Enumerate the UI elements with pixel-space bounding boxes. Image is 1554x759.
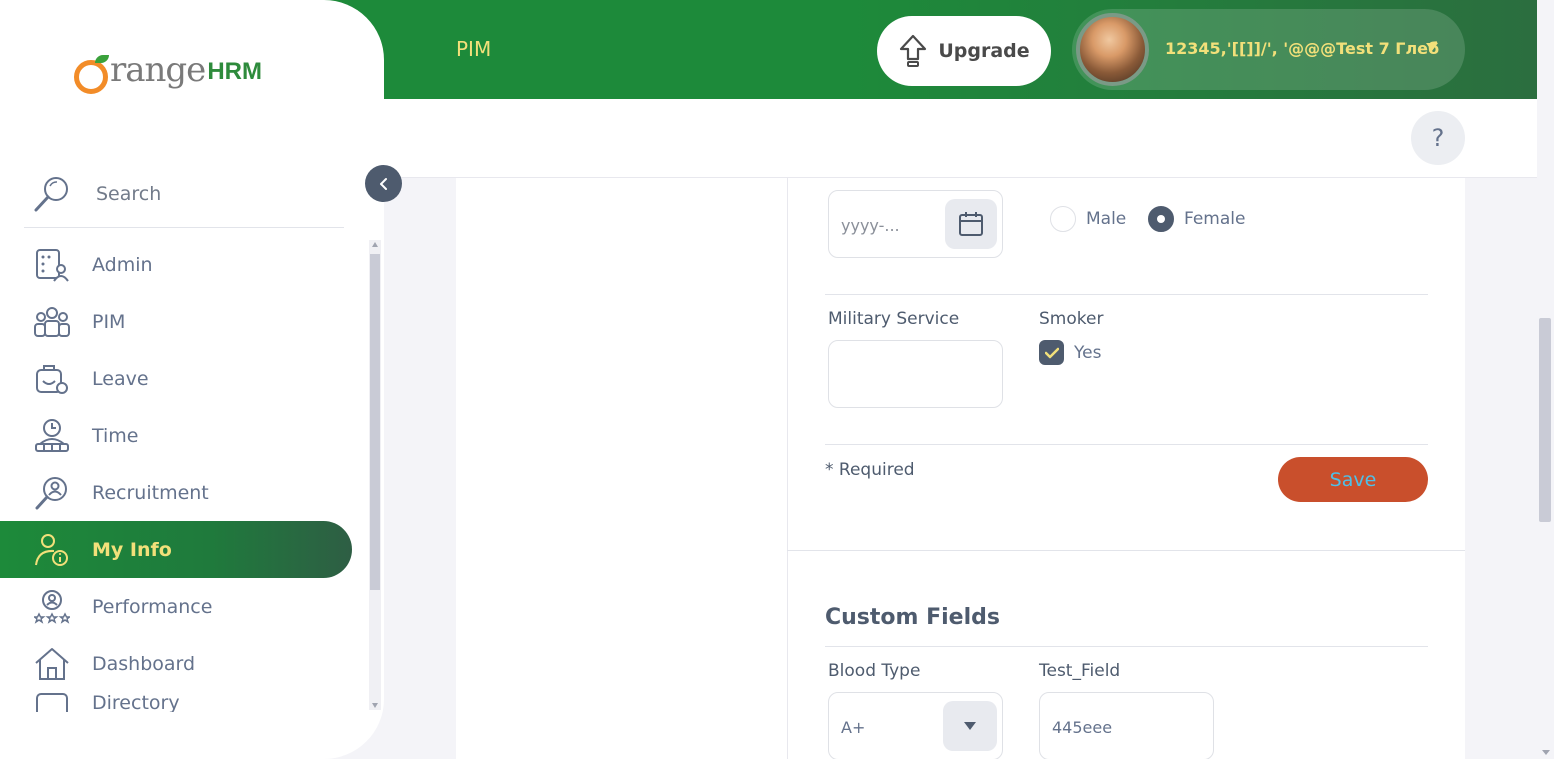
sidebar-item-leave[interactable]: Leave <box>0 350 352 407</box>
smoker-label: Smoker <box>1039 309 1104 329</box>
help-button[interactable]: ? <box>1411 111 1465 165</box>
smoker-yes-label: Yes <box>1074 342 1102 363</box>
sidebar-item-time[interactable]: Time <box>0 407 352 464</box>
pim-icon <box>34 306 70 337</box>
my-info-icon <box>35 533 68 566</box>
gender-male-radio[interactable]: Male <box>1050 206 1126 232</box>
test-field-input[interactable]: 445eee <box>1039 692 1214 759</box>
section-divider <box>787 550 1465 551</box>
sidebar-item-dashboard[interactable]: Dashboard <box>0 635 352 692</box>
sidebar-item-pim[interactable]: PIM <box>0 293 352 350</box>
required-note: * Required <box>825 460 915 480</box>
admin-icon <box>36 248 69 282</box>
logo-orange-icon <box>74 55 109 94</box>
orangehrm-logo: range HRM <box>74 50 262 94</box>
test-field-value: 445eee <box>1052 718 1113 737</box>
sidebar-item-my-info[interactable]: My Info <box>0 521 352 578</box>
blood-type-select[interactable]: A+ <box>828 692 1003 759</box>
upgrade-arrow-icon <box>900 34 927 67</box>
upgrade-label: Upgrade <box>938 40 1030 62</box>
recruitment-icon <box>35 476 67 509</box>
sidebar-scrollbar[interactable] <box>369 240 381 710</box>
gender-female-radio[interactable]: Female <box>1148 206 1245 232</box>
custom-fields-title: Custom Fields <box>825 605 1000 630</box>
military-service-label: Military Service <box>828 309 960 329</box>
sub-header <box>384 99 1537 178</box>
dashboard-icon <box>35 647 69 680</box>
divider <box>825 444 1428 445</box>
calendar-button[interactable] <box>945 199 997 249</box>
calendar-icon <box>959 212 983 236</box>
dropdown-arrow-icon[interactable] <box>943 701 997 751</box>
directory-icon <box>36 693 68 712</box>
sidebar-item-directory[interactable]: Directory <box>0 692 352 712</box>
sidebar-scrollbar-thumb[interactable] <box>370 254 380 590</box>
date-of-birth-input[interactable]: yyyy-... <box>828 190 1003 258</box>
sidebar-item-recruitment[interactable]: Recruitment <box>0 464 352 521</box>
checkbox-box <box>1039 340 1064 365</box>
scroll-down-icon[interactable] <box>372 703 378 708</box>
gender-male-label: Male <box>1086 209 1127 229</box>
scroll-down-icon[interactable] <box>1542 750 1550 755</box>
sidebar-search-label: Search <box>96 182 162 205</box>
smoker-checkbox[interactable]: Yes <box>1039 340 1101 365</box>
page-scrollbar-thumb[interactable] <box>1539 318 1551 522</box>
divider <box>825 646 1428 647</box>
radio-circle-selected <box>1148 206 1174 232</box>
search-icon <box>34 176 68 211</box>
page-scrollbar[interactable] <box>1537 0 1554 759</box>
divider <box>825 294 1428 295</box>
tabs-panel <box>456 178 787 759</box>
sidebar-item-performance[interactable]: Performance <box>0 578 352 635</box>
sidebar-search[interactable]: Search <box>24 160 344 228</box>
performance-icon <box>34 589 70 624</box>
chevron-left-icon <box>379 177 387 190</box>
time-icon <box>35 418 69 452</box>
gender-female-label: Female <box>1184 209 1246 229</box>
module-title: PIM <box>456 37 492 61</box>
test-field-label: Test_Field <box>1039 661 1121 681</box>
collapse-sidebar-button[interactable] <box>365 165 402 202</box>
sidebar: range HRM Search Admin PIM Leave Time Re… <box>0 0 384 759</box>
sidebar-item-admin[interactable]: Admin <box>0 236 352 293</box>
upgrade-button[interactable]: Upgrade <box>877 16 1051 86</box>
radio-circle <box>1050 206 1076 232</box>
blood-type-label: Blood Type <box>828 661 921 681</box>
leave-icon <box>36 364 68 394</box>
date-placeholder: yyyy-... <box>841 216 900 235</box>
user-name: 12345,'[[]]/', '@@@Test 7 Глеб <box>1165 39 1440 58</box>
avatar <box>1076 13 1149 86</box>
blood-type-value: A+ <box>841 718 866 737</box>
scroll-up-icon[interactable] <box>372 242 378 247</box>
user-menu[interactable]: 12345,'[[]]/', '@@@Test 7 Глеб <box>1072 9 1465 90</box>
military-service-input[interactable] <box>828 340 1003 408</box>
save-button[interactable]: Save <box>1278 457 1428 502</box>
caret-down-icon <box>1426 43 1438 51</box>
check-icon <box>1044 347 1059 358</box>
sidebar-nav: Admin PIM Leave Time Recruitment My Info… <box>0 236 352 712</box>
